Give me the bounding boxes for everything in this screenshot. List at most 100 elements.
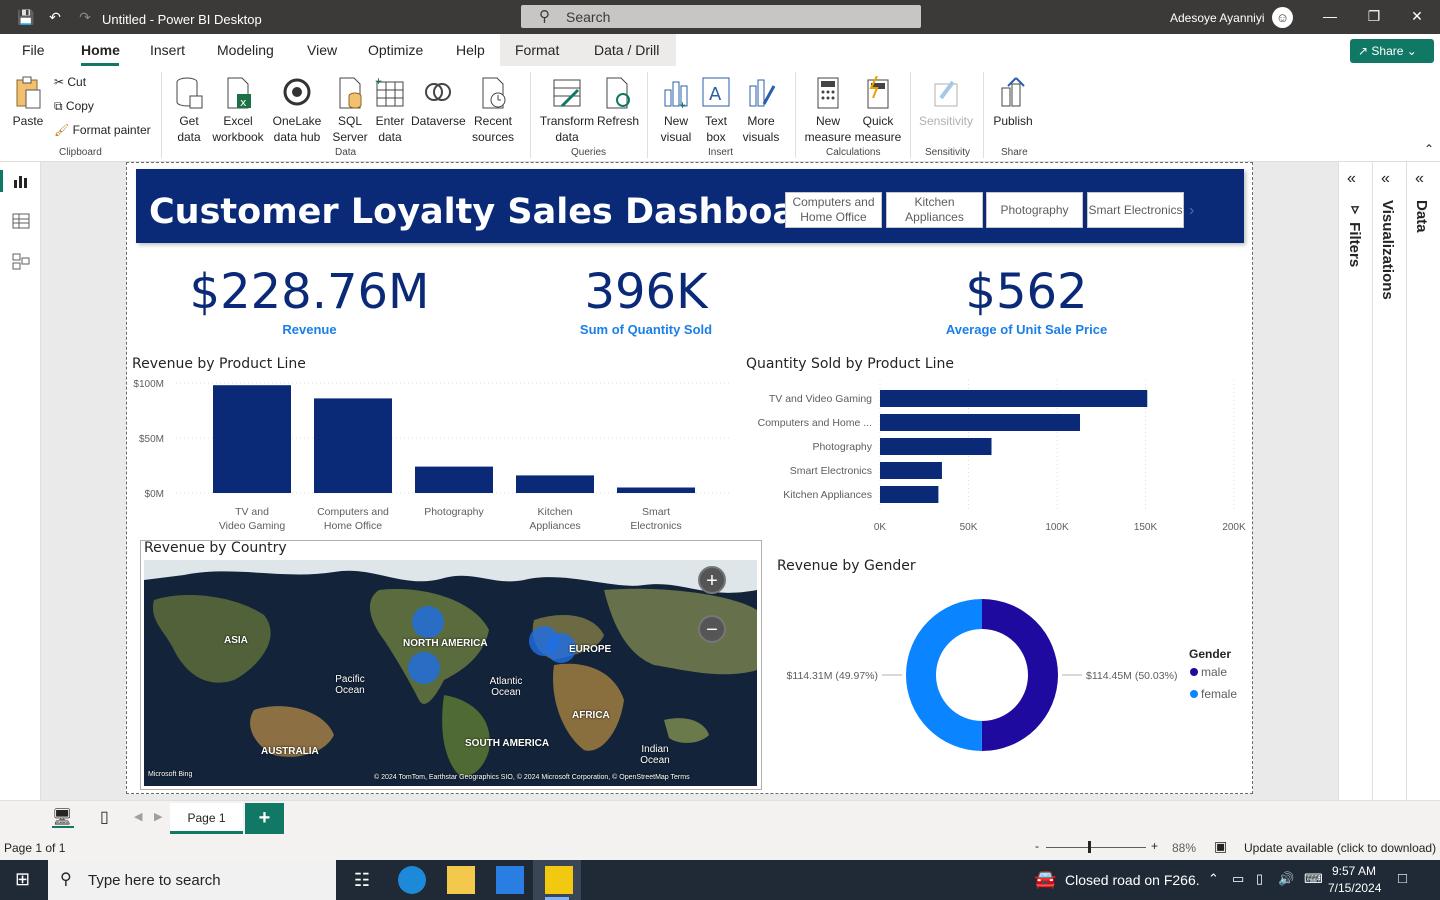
next-page-icon[interactable]: ▶ — [154, 810, 162, 823]
expand-visualizations-icon[interactable]: « — [1381, 170, 1390, 188]
clock-date[interactable]: 7/15/2024 — [1328, 881, 1381, 895]
map-label-pacific: Pacific Ocean — [335, 674, 365, 696]
visualizations-pane-label: Visualizations — [1379, 200, 1396, 300]
menu-modeling[interactable]: Modeling — [217, 42, 274, 58]
language-icon[interactable]: ⌨ — [1304, 871, 1323, 887]
refresh-button[interactable]: Refresh — [597, 76, 639, 129]
menu-help[interactable]: Help — [456, 42, 485, 58]
more-visuals-icon — [749, 79, 776, 107]
enter-data-button[interactable]: + Enter data — [372, 76, 408, 145]
menu-file[interactable]: File — [22, 42, 45, 58]
y-tick-label: Photography — [812, 441, 872, 453]
slicer-kitchen[interactable]: Kitchen Appliances — [886, 192, 983, 228]
add-page-button[interactable]: + — [245, 803, 284, 834]
notifications-icon[interactable]: □ — [1398, 870, 1407, 887]
menu-format[interactable]: Format — [515, 42, 559, 58]
minimize-icon[interactable]: — — [1320, 8, 1340, 24]
update-notice[interactable]: Update available (click to download) — [1244, 841, 1436, 855]
map-zoom-out-button[interactable]: − — [698, 615, 726, 643]
clock-time[interactable]: 9:57 AM — [1332, 864, 1376, 878]
legend-label: male — [1201, 665, 1227, 679]
slicer-next-icon[interactable]: › — [1189, 202, 1194, 220]
share-button[interactable]: ↗ Share ⌄ — [1350, 39, 1434, 63]
expand-filters-icon[interactable]: « — [1347, 170, 1356, 188]
menu-home[interactable]: Home — [81, 42, 120, 58]
menu-data-drill[interactable]: Data / Drill — [594, 42, 659, 58]
menu-insert[interactable]: Insert — [150, 42, 185, 58]
quick-measure-icon — [867, 76, 889, 109]
dataverse-button[interactable]: Dataverse — [411, 76, 466, 129]
avatar-icon[interactable]: ☺ — [1272, 7, 1293, 28]
visualizations-pane[interactable]: « Visualizations — [1372, 162, 1406, 800]
revenue-by-product-chart[interactable]: $0M $50M $100M TV and Video Gaming Computers … — [126, 372, 736, 540]
sql-server-button[interactable]: SQL Server — [331, 76, 369, 145]
windows-start-icon[interactable]: ⊞ — [15, 869, 30, 890]
publish-button[interactable]: Publish — [991, 76, 1035, 129]
recent-sources-button[interactable]: Recent sources — [466, 76, 520, 145]
data-pane[interactable]: « Data — [1406, 162, 1440, 800]
new-visual-button[interactable]: + New visual — [656, 76, 696, 145]
file-explorer-icon[interactable] — [447, 866, 475, 894]
tray-chevron-icon[interactable]: ⌃ — [1208, 871, 1219, 887]
save-icon[interactable]: 💾 — [17, 9, 34, 25]
map-zoom-in-button[interactable]: + — [698, 566, 726, 594]
report-view-icon[interactable] — [12, 172, 30, 190]
onelake-button[interactable]: OneLake data hub — [268, 76, 326, 145]
quantity-by-product-chart[interactable]: 0K 50K 100K 150K 200K TV and Video Gaming Comp… — [740, 376, 1250, 536]
slicer-photography[interactable]: Photography — [986, 192, 1083, 228]
desktop-layout-icon[interactable]: 🖥 — [52, 807, 72, 827]
restore-icon[interactable]: ❐ — [1364, 8, 1384, 25]
taskbar-search[interactable]: ⚲ Type here to search — [48, 860, 336, 900]
filters-pane[interactable]: « ▿ Filters — [1338, 162, 1372, 800]
transform-data-button[interactable]: Transform data — [539, 76, 595, 145]
zoom-slider[interactable] — [1046, 847, 1146, 848]
database-icon — [176, 77, 203, 109]
map-credits[interactable]: © 2024 TomTom, Earthstar Geographics SIO… — [374, 772, 690, 783]
quick-measure-button[interactable]: Quick measure — [854, 76, 902, 145]
page-tab[interactable]: Page 1 — [170, 803, 243, 834]
prev-page-icon[interactable]: ◀ — [134, 810, 142, 823]
zoom-out-button[interactable]: - — [1035, 839, 1039, 853]
task-view-icon[interactable]: ☷ — [348, 866, 376, 894]
expand-data-icon[interactable]: « — [1415, 170, 1424, 188]
map-bubble[interactable] — [408, 652, 440, 684]
redo-icon[interactable]: ↷ — [77, 9, 93, 25]
mobile-layout-icon[interactable]: ▯ — [100, 807, 109, 827]
traffic-notification[interactable]: Closed road on F266. — [1065, 872, 1200, 888]
network-icon[interactable]: ▭ — [1232, 871, 1244, 887]
new-measure-button[interactable]: New measure — [804, 76, 852, 145]
zoom-in-button[interactable]: + — [1151, 839, 1158, 853]
table-view-icon[interactable] — [12, 212, 30, 230]
slicer-smart-electronics[interactable]: Smart Electronics — [1087, 192, 1184, 228]
close-icon[interactable]: ✕ — [1407, 8, 1427, 25]
fit-to-page-icon[interactable]: ▣ — [1214, 838, 1227, 855]
publish-icon — [1001, 77, 1025, 107]
data-pane-label: Data — [1413, 200, 1430, 233]
collapse-ribbon-icon[interactable]: ⌃ — [1424, 142, 1434, 156]
copy-button[interactable]: ⧉ Copy — [54, 99, 94, 114]
slicer-computers[interactable]: Computers and Home Office — [785, 192, 882, 228]
model-view-icon[interactable] — [12, 252, 30, 270]
menu-optimize[interactable]: Optimize — [368, 42, 423, 58]
excel-workbook-button[interactable]: x Excel workbook — [211, 76, 265, 145]
volume-icon[interactable]: 🔊 — [1278, 871, 1294, 887]
paste-button[interactable]: Paste — [10, 76, 46, 129]
search-box[interactable]: ⚲ Search — [521, 5, 921, 28]
get-data-button[interactable]: Get data — [170, 76, 208, 145]
sensitivity-group-label: Sensitivity — [925, 147, 971, 158]
undo-icon[interactable]: ↶ — [47, 9, 63, 25]
zoom-slider-thumb[interactable] — [1088, 841, 1091, 853]
revenue-by-gender-chart[interactable]: $114.45M (50.03%) male $114.31M (49.97%) fe… — [770, 585, 1250, 765]
battery-icon[interactable]: ▯ — [1256, 871, 1263, 887]
more-visuals-button[interactable]: More visuals — [737, 76, 785, 145]
user-name[interactable]: Adesoye Ayanniyi — [1170, 11, 1265, 25]
revenue-map[interactable]: ASIA NORTH AMERICA EUROPE Pacific Ocean … — [144, 560, 757, 786]
edge-icon[interactable] — [398, 866, 426, 894]
text-box-button[interactable]: A Text box — [699, 76, 733, 145]
format-painter-button[interactable]: 🖌 Format painter — [54, 123, 151, 137]
map-bubble[interactable] — [412, 606, 444, 638]
cut-button[interactable]: ✂ Cut — [54, 75, 86, 89]
traffic-icon[interactable]: 🚘 — [1034, 869, 1056, 890]
store-icon[interactable] — [496, 866, 524, 894]
menu-view[interactable]: View — [307, 42, 337, 58]
